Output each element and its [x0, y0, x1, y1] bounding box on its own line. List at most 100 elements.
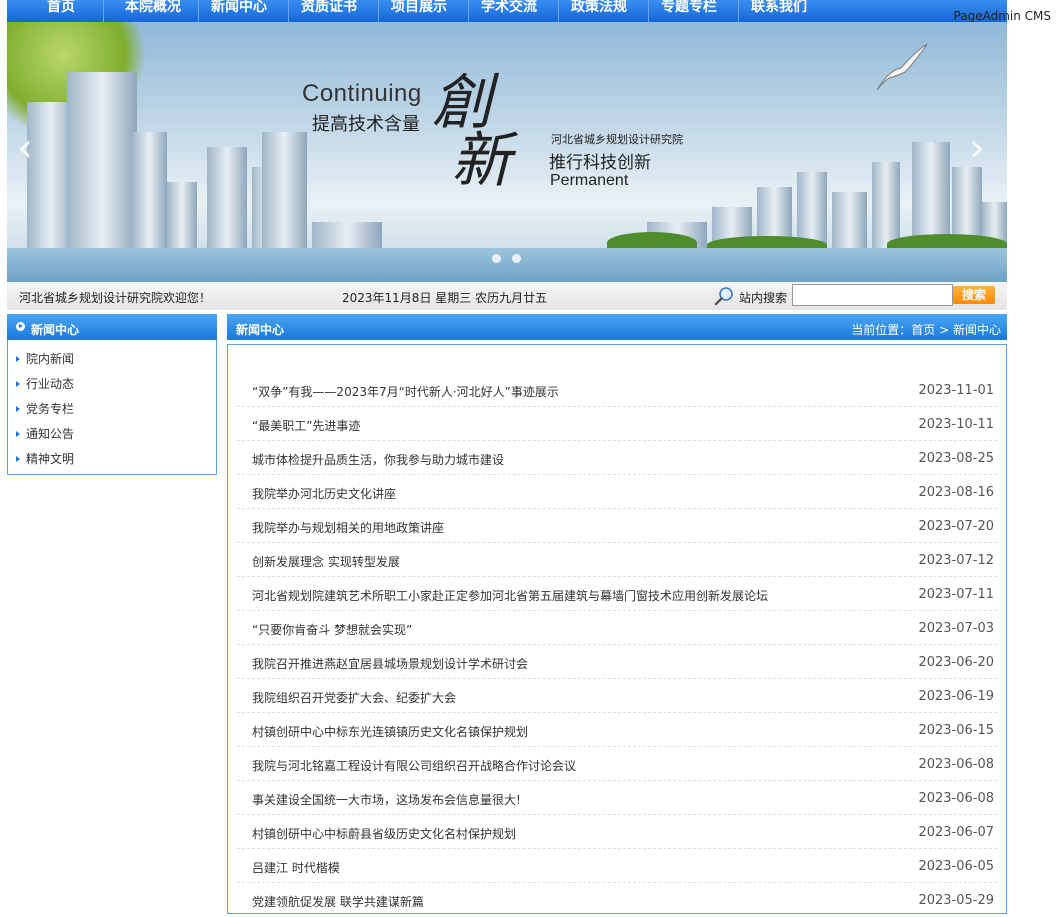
- main-header: 新闻中心 当前位置：首页 > 新闻中心: [227, 314, 1007, 340]
- nav-item-special[interactable]: 专题专栏: [653, 0, 725, 18]
- news-title-link[interactable]: “双争”有我——2023年7月“时代新人·河北好人”事迹展示: [252, 383, 559, 400]
- triangle-right-icon: [16, 381, 20, 387]
- nav-item-home[interactable]: 首页: [25, 0, 97, 18]
- welcome-text: 河北省城乡规划设计研究院欢迎您！: [19, 291, 212, 305]
- news-row: 吕建江 时代楷模 2023-06-05: [237, 850, 997, 883]
- sidebar-title: 新闻中心: [31, 323, 80, 337]
- news-title-link[interactable]: 党建领航促发展 联学共建谋新篇: [252, 893, 424, 910]
- nav-item-academic[interactable]: 学术交流: [473, 0, 545, 18]
- info-bar: 河北省城乡规划设计研究院欢迎您！ 2023年11月8日 星期三 农历九月廿五 站…: [7, 282, 1007, 310]
- breadcrumb-home-link[interactable]: 首页: [911, 323, 935, 337]
- news-row: 村镇创研中心中标蔚县省级历史文化名村保护规划 2023-06-07: [237, 816, 997, 849]
- search-label: 站内搜索: [739, 291, 788, 305]
- search-icon: [714, 287, 733, 306]
- nav-item-contact[interactable]: 联系我们: [743, 0, 815, 18]
- banner-institute: 河北省城乡规划设计研究院: [551, 133, 683, 146]
- search-input[interactable]: [792, 284, 953, 306]
- news-date: 2023-06-15: [918, 723, 994, 738]
- nav-item-policy[interactable]: 政策法规: [563, 0, 635, 18]
- news-title-link[interactable]: 我院举办河北历史文化讲座: [252, 485, 396, 502]
- news-date: 2023-06-08: [918, 757, 994, 772]
- news-date: 2023-06-08: [918, 791, 994, 806]
- news-date: 2023-06-20: [918, 655, 994, 670]
- news-title-link[interactable]: 村镇创研中心中标东光连镇镇历史文化名镇保护规划: [252, 723, 528, 740]
- sidebar-item-label: 通知公告: [26, 427, 75, 441]
- nav-separator: [103, 0, 104, 22]
- news-title-link[interactable]: 我院举办与规划相关的用地政策讲座: [252, 519, 444, 536]
- news-row: “最美职工”先进事迹 2023-10-11: [237, 408, 997, 441]
- water-decoration: [7, 248, 1007, 282]
- nav-item-projects[interactable]: 项目展示: [383, 0, 455, 18]
- news-title-link[interactable]: 城市体检提升品质生活，你我参与助力城市建设: [252, 451, 504, 468]
- main-title: 新闻中心: [236, 323, 285, 337]
- news-title-link[interactable]: 我院组织召开党委扩大会、纪委扩大会: [252, 689, 456, 706]
- breadcrumb-separator: >: [935, 323, 953, 337]
- circle-arrow-icon: [16, 322, 25, 331]
- news-date: 2023-06-07: [918, 825, 994, 840]
- news-date: 2023-07-11: [918, 587, 994, 602]
- news-row: 我院举办河北历史文化讲座 2023-08-16: [237, 476, 997, 509]
- news-row: 创新发展理念 实现转型发展 2023-07-12: [237, 544, 997, 577]
- chevron-left-icon[interactable]: ‹: [17, 128, 33, 168]
- nav-separator: [378, 0, 379, 22]
- date-text: 2023年11月8日 星期三 农历九月廿五: [342, 291, 548, 305]
- news-title-link[interactable]: 河北省规划院建筑艺术所职工小家赴正定参加河北省第五届建筑与幕墙门窗技术应用创新发…: [252, 587, 768, 604]
- nav-separator: [558, 0, 559, 22]
- nav-item-about[interactable]: 本院概况: [111, 0, 195, 18]
- banner-line2: 推行科技创新: [549, 153, 651, 173]
- search-button[interactable]: 搜索: [953, 286, 995, 304]
- news-title-link[interactable]: 事关建设全国统一大市场，这场发布会信息量很大!: [252, 791, 521, 808]
- news-date: 2023-05-29: [918, 893, 994, 908]
- sidebar-item-civilization[interactable]: 精神文明: [16, 450, 74, 468]
- nav-item-certificates[interactable]: 资质证书: [293, 0, 365, 18]
- news-date: 2023-08-25: [918, 451, 994, 466]
- news-title-link[interactable]: 吕建江 时代楷模: [252, 859, 340, 876]
- news-row: 事关建设全国统一大市场，这场发布会信息量很大! 2023-06-08: [237, 782, 997, 815]
- nav-separator: [738, 0, 739, 22]
- news-date: 2023-07-03: [918, 621, 994, 636]
- news-row: “只要你肯奋斗 梦想就会实现” 2023-07-03: [237, 612, 997, 645]
- seagull-icon: [876, 43, 928, 91]
- breadcrumb-current[interactable]: 新闻中心: [953, 323, 1001, 337]
- news-row: 我院召开推进燕赵宜居县城场景规划设计学术研讨会 2023-06-20: [237, 646, 997, 679]
- banner-continuing: Continuing: [302, 80, 422, 107]
- news-date: 2023-06-19: [918, 689, 994, 704]
- sidebar-item-label: 行业动态: [26, 377, 75, 391]
- triangle-right-icon: [16, 456, 20, 462]
- sidebar-item-internal-news[interactable]: 院内新闻: [16, 350, 74, 368]
- banner-line1: 提高技术含量: [312, 114, 420, 135]
- triangle-right-icon: [16, 431, 20, 437]
- nav-separator: [468, 0, 469, 22]
- sidebar-item-label: 精神文明: [26, 452, 75, 466]
- building: [67, 72, 137, 262]
- building: [132, 132, 167, 262]
- news-date: 2023-10-11: [918, 417, 994, 432]
- breadcrumb-prefix: 当前位置：: [851, 323, 912, 337]
- news-title-link[interactable]: 创新发展理念 实现转型发展: [252, 553, 400, 570]
- sidebar-item-notices[interactable]: 通知公告: [16, 425, 74, 443]
- carousel-dot[interactable]: [512, 254, 521, 263]
- news-title-link[interactable]: “最美职工”先进事迹: [252, 417, 360, 434]
- banner-permanent: Permanent: [550, 172, 629, 189]
- nav-separator: [648, 0, 649, 22]
- sidebar-item-industry[interactable]: 行业动态: [16, 375, 74, 393]
- news-row: 村镇创研中心中标东光连镇镇历史文化名镇保护规划 2023-06-15: [237, 714, 997, 747]
- nav-item-news[interactable]: 新闻中心: [203, 0, 275, 18]
- triangle-right-icon: [16, 356, 20, 362]
- news-date: 2023-11-01: [918, 383, 994, 398]
- news-row: 河北省规划院建筑艺术所职工小家赴正定参加河北省第五届建筑与幕墙门窗技术应用创新发…: [237, 578, 997, 611]
- nav-separator: [288, 0, 289, 22]
- news-date: 2023-07-12: [918, 553, 994, 568]
- news-title-link[interactable]: “只要你肯奋斗 梦想就会实现”: [252, 621, 412, 638]
- sidebar-item-label: 院内新闻: [26, 352, 75, 366]
- carousel-dot[interactable]: [492, 254, 501, 263]
- news-date: 2023-08-16: [918, 485, 994, 500]
- sidebar-item-party[interactable]: 党务专栏: [16, 400, 74, 418]
- breadcrumb: 当前位置：首页 > 新闻中心: [851, 321, 1001, 338]
- news-title-link[interactable]: 村镇创研中心中标蔚县省级历史文化名村保护规划: [252, 825, 516, 842]
- news-date: 2023-06-05: [918, 859, 994, 874]
- nav-separator: [198, 0, 199, 22]
- news-title-link[interactable]: 我院召开推进燕赵宜居县城场景规划设计学术研讨会: [252, 655, 528, 672]
- chevron-right-icon[interactable]: ›: [969, 128, 985, 168]
- news-title-link[interactable]: 我院与河北铭嘉工程设计有限公司组织召开战略合作讨论会议: [252, 757, 576, 774]
